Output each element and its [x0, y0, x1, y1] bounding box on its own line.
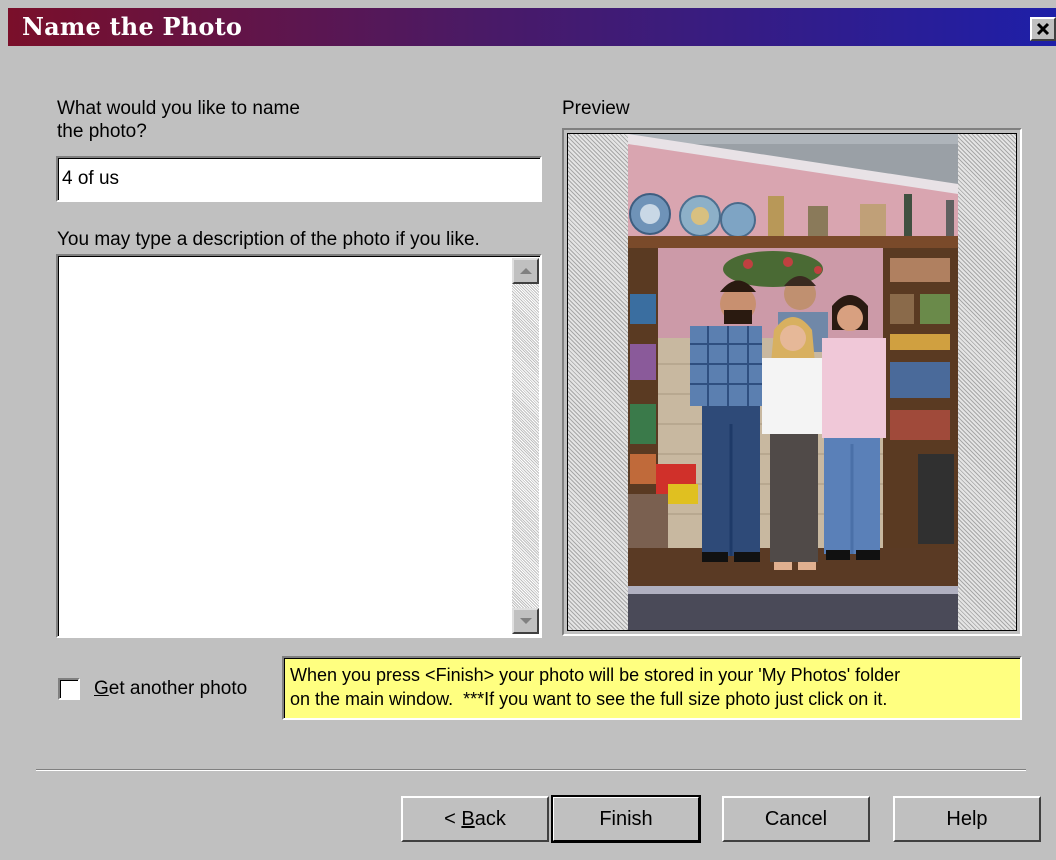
- close-icon: [1036, 22, 1050, 36]
- preview-area: [567, 133, 1017, 631]
- arrow-up-icon: [519, 268, 532, 274]
- description-textarea[interactable]: [61, 259, 515, 637]
- preview-frame: [562, 128, 1022, 636]
- get-another-photo-checkbox[interactable]: [58, 678, 80, 700]
- back-mnemonic: B: [461, 807, 475, 830]
- arrow-down-icon: [519, 618, 532, 624]
- preview-label: Preview: [562, 98, 630, 119]
- help-button[interactable]: Help: [893, 796, 1041, 842]
- scroll-up-button[interactable]: [512, 258, 539, 284]
- get-another-label-rest: et another photo: [108, 678, 248, 699]
- dialog-title: Name the Photo: [22, 12, 243, 41]
- name-photo-dialog: Name the Photo What would you like to na…: [0, 0, 1056, 860]
- title-bar[interactable]: Name the Photo: [8, 8, 1056, 46]
- button-separator: [36, 769, 1026, 771]
- get-another-mnemonic: G: [94, 678, 109, 699]
- photo-name-input[interactable]: [56, 156, 542, 202]
- close-button[interactable]: [1030, 17, 1056, 41]
- name-label: What would you like to name the photo?: [57, 97, 300, 143]
- description-scrollbar[interactable]: [512, 258, 539, 634]
- back-prefix: <: [444, 807, 462, 830]
- name-label-line2: the photo?: [57, 121, 147, 142]
- description-label: You may type a description of the photo …: [57, 229, 480, 250]
- back-label-rest: ack: [474, 807, 506, 830]
- get-another-photo-row[interactable]: Get another photo: [58, 678, 247, 700]
- cancel-button[interactable]: Cancel: [722, 796, 870, 842]
- description-textarea-frame[interactable]: [56, 254, 542, 638]
- finish-info-note: When you press <Finish> your photo will …: [282, 656, 1022, 720]
- name-label-line1: What would you like to name: [57, 98, 300, 119]
- scroll-down-button[interactable]: [512, 608, 539, 634]
- finish-button[interactable]: Finish: [551, 795, 701, 843]
- get-another-photo-label[interactable]: Get another photo: [94, 678, 247, 700]
- family-photo-image: [628, 134, 958, 630]
- back-button[interactable]: < Back: [401, 796, 549, 842]
- photo-preview[interactable]: [628, 134, 958, 630]
